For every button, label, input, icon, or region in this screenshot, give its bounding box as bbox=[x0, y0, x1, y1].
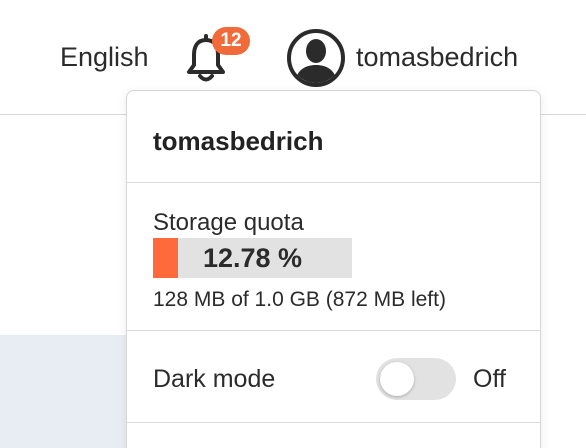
dropdown-header: tomasbedrich bbox=[127, 91, 540, 183]
storage-quota-title: Storage quota bbox=[153, 209, 304, 236]
notifications-button[interactable]: 12 bbox=[186, 27, 250, 90]
dark-mode-label: Dark mode bbox=[153, 365, 276, 393]
username-label: tomasbedrich bbox=[356, 42, 519, 72]
page: English 12 tomasbedrich tomasbedrich Sto… bbox=[0, 0, 586, 448]
user-dropdown-menu: tomasbedrich Storage quota 12.78 % 128 M… bbox=[126, 90, 541, 448]
dark-mode-toggle[interactable] bbox=[376, 358, 456, 400]
storage-progress-bar: 12.78 % bbox=[153, 238, 352, 278]
notification-count-badge: 12 bbox=[212, 27, 250, 55]
page-content-right bbox=[540, 115, 586, 448]
storage-usage-detail: 128 MB of 1.0 GB (872 MB left) bbox=[153, 288, 446, 311]
user-avatar-icon bbox=[287, 29, 345, 87]
dropdown-username: tomasbedrich bbox=[153, 126, 324, 156]
storage-percent-label: 12.78 % bbox=[202, 243, 303, 273]
toggle-knob bbox=[380, 362, 414, 396]
page-content-left bbox=[0, 335, 126, 448]
dark-mode-state: Off bbox=[473, 365, 506, 393]
dark-mode-row: Dark mode Off bbox=[127, 331, 540, 423]
language-selector[interactable]: English bbox=[60, 42, 149, 73]
storage-quota-section: Storage quota 12.78 % 128 MB of 1.0 GB (… bbox=[127, 183, 540, 331]
